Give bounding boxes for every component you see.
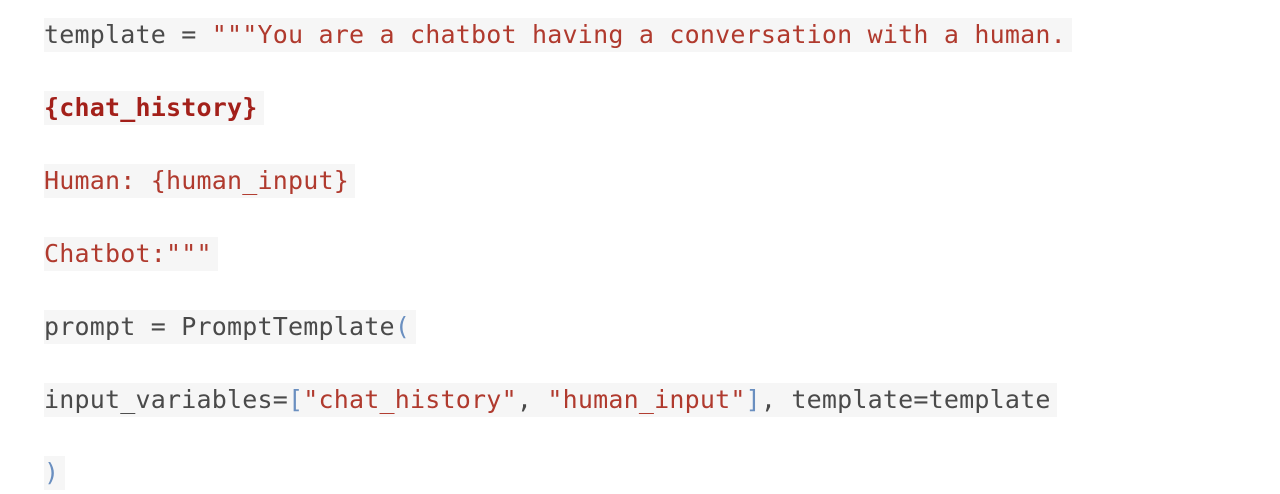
template-kwarg: template=template (791, 385, 1051, 414)
assign-operator: = (166, 20, 212, 49)
code-line-chat-history: {chat_history} (44, 91, 264, 125)
arg-separator: , (760, 385, 792, 414)
prompt-template-call: PromptTemplate (181, 312, 395, 341)
code-line-prompt-assignment: prompt = PromptTemplate( (44, 310, 417, 344)
code-line-close-paren: ) (44, 456, 66, 490)
chatbot-line: Chatbot:""" (44, 239, 212, 268)
template-variable: template (44, 20, 167, 49)
open-paren: ( (394, 312, 411, 341)
code-line-chatbot: Chatbot:""" (44, 237, 218, 271)
code-snippet: template = """You are a chatbot having a… (0, 0, 1280, 494)
code-line-input-variables: input_variables=["chat_history", "human_… (44, 383, 1057, 417)
input-variables-kwarg: input_variables= (44, 385, 289, 414)
code-line-template-assignment: template = """You are a chatbot having a… (44, 18, 1072, 52)
list-open-bracket: [ (288, 385, 304, 414)
close-paren: ) (44, 458, 60, 487)
list-separator: , (516, 385, 548, 414)
list-close-bracket: ] (745, 385, 761, 414)
assign-operator: = (135, 312, 182, 341)
template-string-start: """You are a chatbot having a conversati… (211, 20, 1066, 49)
list-item-chat-history: "chat_history" (303, 385, 517, 414)
code-line-human-input: Human: {human_input} (44, 164, 356, 198)
human-input-line: Human: {human_input} (44, 166, 350, 195)
prompt-variable: prompt (44, 312, 136, 341)
chat-history-placeholder: {chat_history} (44, 93, 258, 122)
list-item-human-input: "human_input" (547, 385, 746, 414)
